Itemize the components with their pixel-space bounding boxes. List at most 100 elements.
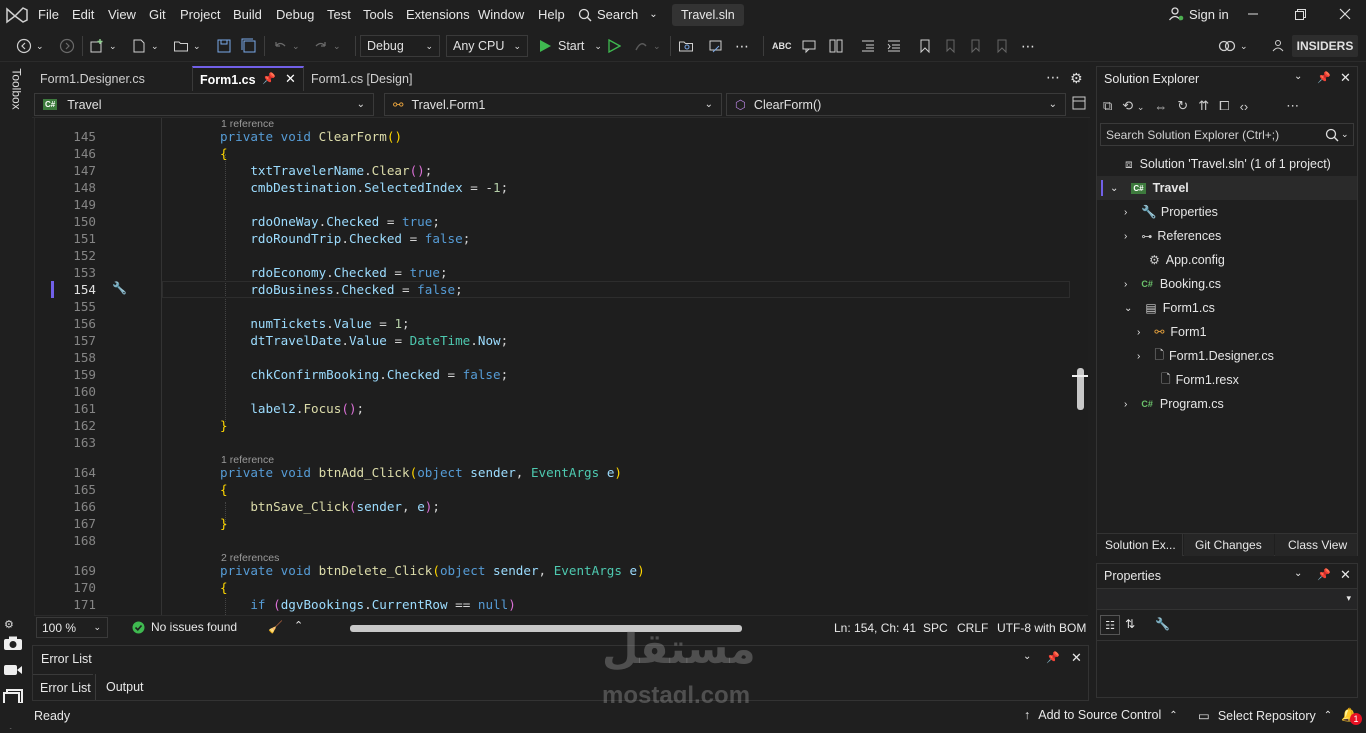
pin-icon[interactable]: 📌	[262, 72, 276, 85]
menu-project[interactable]: Project	[180, 7, 220, 22]
chevron-right-icon[interactable]: ›	[1124, 231, 1127, 242]
more-icon[interactable]: ⋯	[1286, 98, 1299, 114]
tab-class-view[interactable]: Class View	[1275, 534, 1357, 556]
hot-reload-button[interactable]: ⌄	[633, 35, 661, 57]
menu-view[interactable]: View	[108, 7, 136, 22]
add-to-source-control-button[interactable]: ↑ Add to Source Control ⌃	[1024, 708, 1178, 722]
menu-test[interactable]: Test	[327, 7, 351, 22]
code-cleanup-icon[interactable]: 🧹	[268, 620, 283, 634]
uncomment-button[interactable]	[828, 35, 844, 57]
settings-icon[interactable]: ⚙	[1070, 70, 1083, 87]
tab-form1-cs[interactable]: Form1.cs 📌 ✕	[192, 66, 304, 91]
pin-icon[interactable]: 📌	[1046, 651, 1060, 664]
browser-link-button[interactable]	[708, 35, 724, 57]
tab-form1-designer-cs[interactable]: Form1.Designer.cs	[32, 66, 192, 91]
chevron-right-icon[interactable]: ›	[1124, 399, 1127, 410]
issues-indicator[interactable]: No issues found	[132, 620, 237, 634]
platform-dropdown[interactable]: Any CPU ⌄	[446, 35, 528, 57]
tree-item-booking-cs[interactable]: › C# Booking.cs	[1097, 272, 1357, 296]
insiders-badge[interactable]: INSIDERS	[1292, 35, 1358, 57]
close-tab-icon[interactable]: ✕	[285, 71, 296, 87]
configuration-dropdown[interactable]: Debug ⌄	[360, 35, 440, 57]
split-editor-icon[interactable]	[1072, 96, 1086, 110]
new-file-button[interactable]: ⌄	[131, 35, 159, 57]
encoding-indicator[interactable]: UTF-8 with BOM	[997, 621, 1086, 635]
save-button[interactable]	[216, 35, 232, 57]
whitespace-indicator[interactable]: SPC	[923, 621, 948, 635]
chevron-down-icon[interactable]: ⌄	[1294, 71, 1302, 82]
bookmark-button[interactable]	[917, 35, 933, 57]
menu-extensions[interactable]: Extensions	[406, 7, 470, 22]
close-icon[interactable]: ✕	[1071, 650, 1082, 666]
toolbox-tab[interactable]: Toolbox	[10, 66, 26, 116]
code-editor[interactable]: 🔧 1 reference 145 private void ClearForm(…	[34, 118, 1088, 615]
chevron-right-icon[interactable]: ›	[1137, 327, 1140, 338]
next-bookmark-button[interactable]	[968, 35, 984, 57]
tree-item-references[interactable]: › ⊶ References	[1097, 224, 1357, 248]
redo-button[interactable]: ⌄	[313, 35, 341, 57]
save-all-button[interactable]	[241, 35, 257, 57]
video-icon[interactable]	[3, 662, 23, 678]
start-button[interactable]: Start ⌄	[538, 35, 602, 57]
tab-solution-explorer[interactable]: Solution Ex...	[1097, 534, 1183, 556]
chevron-down-icon[interactable]: ⌄	[1124, 303, 1132, 314]
start-without-debugging-button[interactable]	[607, 35, 621, 57]
class-dropdown[interactable]: ⚯ Travel.Form1 ⌄	[384, 93, 722, 116]
refresh-icon[interactable]: ↻	[1177, 98, 1188, 114]
object-selector-dropdown[interactable]: ▾	[1097, 588, 1357, 610]
tree-item-properties[interactable]: › 🔧 Properties	[1097, 200, 1357, 224]
camera-icon[interactable]	[3, 635, 23, 651]
chevron-right-icon[interactable]: ›	[1124, 279, 1127, 290]
prev-bookmark-button[interactable]	[942, 35, 958, 57]
maximize-button[interactable]	[1294, 8, 1306, 20]
pin-icon[interactable]: 📌	[1317, 71, 1331, 84]
close-window-button[interactable]	[1339, 8, 1351, 20]
close-icon[interactable]: ✕	[1340, 70, 1351, 86]
tab-output[interactable]: Output	[95, 674, 157, 700]
horizontal-scrollbar-thumb[interactable]	[350, 625, 742, 632]
tree-item-form1-cs[interactable]: ⌄ ▤ Form1.cs	[1097, 296, 1357, 320]
more-toolbar-button-2[interactable]: ⋯	[1021, 35, 1035, 57]
outdent-button[interactable]	[860, 35, 876, 57]
chevron-right-icon[interactable]: ›	[1124, 207, 1127, 218]
sign-in-button[interactable]: Sign in	[1168, 6, 1229, 22]
tree-item-form1-designer-cs[interactable]: › 🗋 Form1.Designer.cs	[1097, 344, 1357, 368]
tab-git-changes[interactable]: Git Changes	[1184, 534, 1274, 556]
alphabetical-icon[interactable]: ⇅	[1125, 617, 1135, 631]
tree-item-solution[interactable]: ⧈ Solution 'Travel.sln' (1 of 1 project)	[1097, 152, 1357, 176]
comment-button[interactable]	[801, 35, 817, 57]
property-pages-icon[interactable]: 🔧	[1155, 617, 1170, 631]
chevron-down-icon[interactable]: ⌄	[1023, 651, 1031, 662]
chevron-right-icon[interactable]: ›	[1137, 351, 1140, 362]
tree-item-form1-class[interactable]: › ⚯ Form1	[1097, 320, 1357, 344]
categorized-icon[interactable]: ☷	[1100, 615, 1120, 635]
pin-icon[interactable]: 📌	[1317, 568, 1331, 581]
minimize-button[interactable]	[1247, 8, 1259, 20]
chevron-up-icon[interactable]: ⌃	[294, 619, 303, 632]
collapse-all-icon[interactable]: ⇈	[1198, 98, 1209, 114]
menu-edit[interactable]: Edit	[72, 7, 94, 22]
menu-tools[interactable]: Tools	[363, 7, 393, 22]
member-dropdown[interactable]: ⬡ ClearForm() ⌄	[726, 93, 1066, 116]
live-share-button[interactable]	[1270, 35, 1286, 57]
cursor-position[interactable]: Ln: 154, Ch: 41	[834, 621, 916, 635]
tree-item-travel-project[interactable]: ⌄ C# Travel	[1097, 176, 1357, 200]
menu-git[interactable]: Git	[149, 7, 166, 22]
menu-build[interactable]: Build	[233, 7, 262, 22]
chevron-down-icon[interactable]: ⌄	[1294, 568, 1302, 579]
show-all-files-icon[interactable]: ⧠	[1219, 98, 1229, 114]
tab-form1-design[interactable]: Form1.cs [Design]	[304, 66, 454, 91]
history-icon[interactable]: ⟲ ⌄	[1122, 98, 1144, 114]
sync-icon[interactable]: ⇔	[1154, 99, 1167, 114]
notifications-button[interactable]: 🔔 1	[1341, 707, 1362, 725]
tree-item-form1-resx[interactable]: 🗋 Form1.resx	[1097, 368, 1357, 392]
indent-button[interactable]	[886, 35, 902, 57]
tab-error-list[interactable]: Error List	[33, 674, 93, 700]
find-in-files-button[interactable]	[678, 35, 694, 57]
undo-button[interactable]: ⌄	[272, 35, 300, 57]
code-view-icon[interactable]: ‹›	[1240, 99, 1249, 114]
forward-button[interactable]	[59, 35, 75, 57]
tab-overflow-button[interactable]: ⋯	[1046, 69, 1060, 86]
new-project-button[interactable]: ⌄	[89, 35, 117, 57]
menu-debug[interactable]: Debug	[276, 7, 314, 22]
